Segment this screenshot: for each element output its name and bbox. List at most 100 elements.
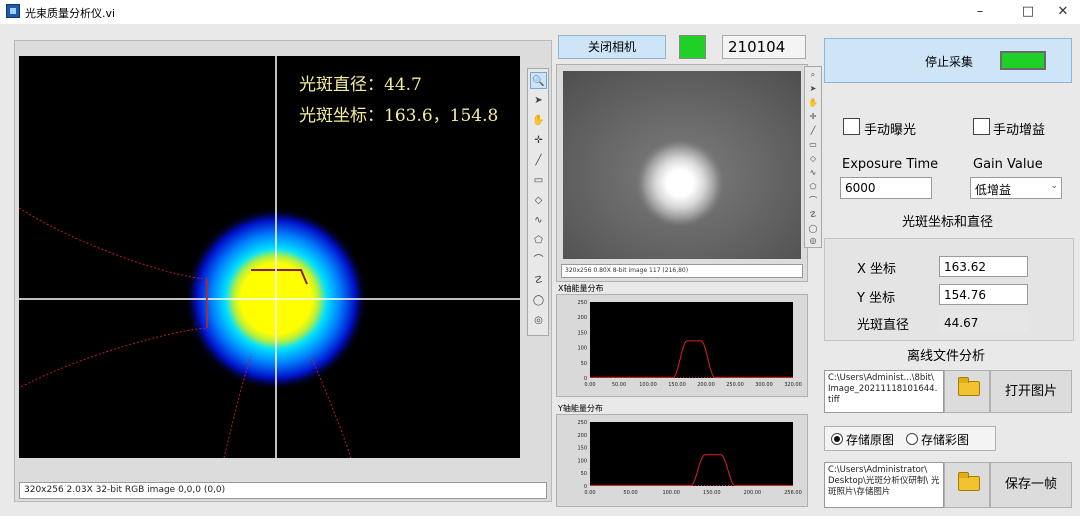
- minimize-icon[interactable]: –: [965, 0, 995, 24]
- annulus-tool-icon[interactable]: ◎: [530, 312, 547, 329]
- x-y-tick-label: 250: [577, 300, 587, 306]
- coord-diameter-section-title: 光斑坐标和直径: [902, 215, 994, 230]
- freehand-region-tool-icon[interactable]: ☡: [530, 272, 547, 289]
- pan-tool-icon[interactable]: ✋: [806, 96, 820, 110]
- x-x-tick-label: 300.00: [755, 382, 773, 388]
- exposure-time-label: Exposure Time: [842, 157, 939, 172]
- arc-tool-icon[interactable]: ⌒: [530, 252, 547, 269]
- diameter-label: 光斑直径: [857, 318, 910, 333]
- x-energy-plot[interactable]: 2502001501005000.00 50.00 100.00 150.00 200.…: [557, 295, 809, 398]
- x-x-tick-label: 200.00: [697, 382, 715, 388]
- rotated-rect-tool-icon[interactable]: ◇: [530, 192, 547, 209]
- diameter-overlay-value: 44.7: [384, 75, 422, 95]
- x-plot-area: [590, 302, 793, 378]
- x-y-tick-label: 200: [577, 315, 587, 321]
- x-x-tick-label: 50.00: [612, 382, 626, 388]
- manual-exposure-checkbox[interactable]: [843, 118, 860, 135]
- y-coord-label: Y 坐标: [857, 291, 896, 306]
- open-file-path[interactable]: C:\Users\Administ...\8bit\ Image_2021111…: [824, 370, 944, 413]
- pointer-tool-icon[interactable]: ➤: [530, 92, 547, 109]
- oval-tool-icon[interactable]: ◯: [530, 292, 547, 309]
- y-x-tick-label: 150.00: [703, 490, 721, 496]
- y-x-tick-label: 256.00: [784, 490, 802, 496]
- freehand-line-tool-icon[interactable]: ∿: [530, 212, 547, 229]
- pointer-tool-icon[interactable]: ➤: [806, 82, 820, 96]
- chevron-down-icon: ⌄: [1050, 181, 1058, 191]
- save-color-label: 存储彩图: [921, 433, 970, 447]
- polygon-tool-icon[interactable]: ⬠: [530, 232, 547, 249]
- camera-status-led: [679, 35, 706, 59]
- folder-icon: [958, 472, 980, 491]
- browse-save-button[interactable]: [944, 462, 990, 508]
- manual-gain-checkbox[interactable]: [973, 118, 990, 135]
- beam-false-color-display[interactable]: 光斑直径：44.7 光斑坐标：163.6，154.8: [19, 56, 520, 458]
- zoom-tool-icon[interactable]: 🔍: [530, 72, 547, 89]
- x-x-tick-label: 100.00: [639, 382, 657, 388]
- y-x-tick-label: 0.00: [584, 490, 595, 496]
- camera-image-status-bar: 320x256 0.80X 8-bit image 117 (216,80): [561, 264, 803, 278]
- manual-gain-label: 手动增益: [993, 123, 1046, 138]
- exposure-time-input[interactable]: 6000: [840, 177, 932, 199]
- stop-acquisition-label: 停止采集: [925, 55, 974, 69]
- pan-tool-icon[interactable]: ✋: [530, 112, 547, 129]
- x-y-tick-label: 150: [577, 330, 587, 336]
- x-x-tick-label: 150.00: [668, 382, 686, 388]
- y-x-tick-label: 200.00: [744, 490, 762, 496]
- y-x-tick-label: 100.00: [662, 490, 680, 496]
- zoom-tool-icon[interactable]: ⌕: [806, 68, 820, 82]
- annulus-tool-icon[interactable]: ◎: [806, 234, 820, 248]
- x-x-tick-label: 320.00: [784, 382, 802, 388]
- x-x-tick-label: 250.00: [726, 382, 744, 388]
- image-tool-palette: 🔍 ➤ ✋ ✛ ╱ ▭ ◇ ∿ ⬠ ⌒ ☡ ◯ ◎: [527, 68, 549, 336]
- maximize-icon[interactable]: □: [1013, 0, 1043, 24]
- x-profile-curve: [19, 207, 208, 389]
- rotated-rect-tool-icon[interactable]: ◇: [806, 152, 820, 166]
- line-tool-icon[interactable]: ╱: [806, 124, 820, 138]
- x-plot-title: X轴能量分布: [558, 284, 604, 293]
- app-icon: [6, 4, 20, 18]
- y-y-tick-label: 50: [581, 471, 587, 477]
- diameter-value: 44.67: [939, 312, 1028, 333]
- rectangle-tool-icon[interactable]: ▭: [530, 172, 547, 189]
- gain-value-select[interactable]: 低增益 ⌄: [970, 177, 1062, 199]
- open-image-button[interactable]: 打开图片: [990, 370, 1072, 413]
- point-tool-icon[interactable]: ✛: [806, 110, 820, 124]
- camera-tool-palette: ⌕ ➤ ✋ ✛ ╱ ▭ ◇ ∿ ⬠ ⌒ ☡ ◯ ◎: [804, 66, 822, 248]
- window-title: 光束质量分析仪.vi: [25, 7, 116, 20]
- y-y-tick-label: 200: [577, 433, 587, 439]
- freehand-line-tool-icon[interactable]: ∿: [806, 166, 820, 180]
- diameter-overlay: 光斑直径：44.7: [299, 70, 422, 95]
- y-plot-title: Y轴能量分布: [558, 404, 603, 413]
- arc-tool-icon[interactable]: ⌒: [806, 194, 820, 208]
- left-image-status-bar: 320x256 2.03X 32-bit RGB image 0,0,0 (0,…: [19, 482, 547, 499]
- save-folder-path[interactable]: C:\Users\Administrator\ Desktop\光斑分析仪研制\…: [824, 462, 944, 508]
- save-raw-label: 存储原图: [846, 433, 895, 447]
- freehand-region-tool-icon[interactable]: ☡: [806, 208, 820, 222]
- save-frame-button[interactable]: 保存一帧: [990, 462, 1072, 508]
- acquisition-led: [1000, 51, 1046, 70]
- diameter-overlay-label: 光斑直径：: [299, 75, 384, 95]
- x-plot-frame: 250 200 150 100 50 0 0.00 50.00 100.00 150.00 200.…: [556, 294, 808, 397]
- rectangle-tool-icon[interactable]: ▭: [806, 138, 820, 152]
- polygon-tool-icon[interactable]: ⬠: [806, 180, 820, 194]
- coord-overlay: 光斑坐标：163.6，154.8: [299, 101, 498, 126]
- coord-overlay-label: 光斑坐标：: [299, 106, 384, 126]
- x-x-tick-label: 0.00: [584, 382, 595, 388]
- close-icon[interactable]: ✕: [1048, 0, 1078, 24]
- browse-open-button[interactable]: [944, 370, 990, 413]
- point-tool-icon[interactable]: ✛: [530, 132, 547, 149]
- coord-overlay-value: 163.6，154.8: [384, 106, 499, 126]
- y-y-tick-label: 150: [577, 446, 587, 452]
- save-color-radio[interactable]: [906, 433, 918, 445]
- line-tool-icon[interactable]: ╱: [530, 152, 547, 169]
- x-y-tick-label: 100: [577, 346, 587, 352]
- offline-analysis-title: 离线文件分析: [907, 349, 986, 364]
- save-raw-radio[interactable]: [831, 433, 843, 445]
- manual-exposure-label: 手动曝光: [864, 123, 917, 138]
- gain-value-label: Gain Value: [973, 157, 1043, 172]
- camera-raw-image[interactable]: [563, 71, 801, 259]
- y-energy-plot[interactable]: 2502001501005000.00 50.00 100.00 150.00 200.…: [557, 415, 809, 508]
- frame-counter: 210104: [722, 35, 806, 59]
- close-camera-button[interactable]: 关闭相机: [558, 35, 666, 59]
- gain-value-text: 低增益: [975, 183, 1012, 197]
